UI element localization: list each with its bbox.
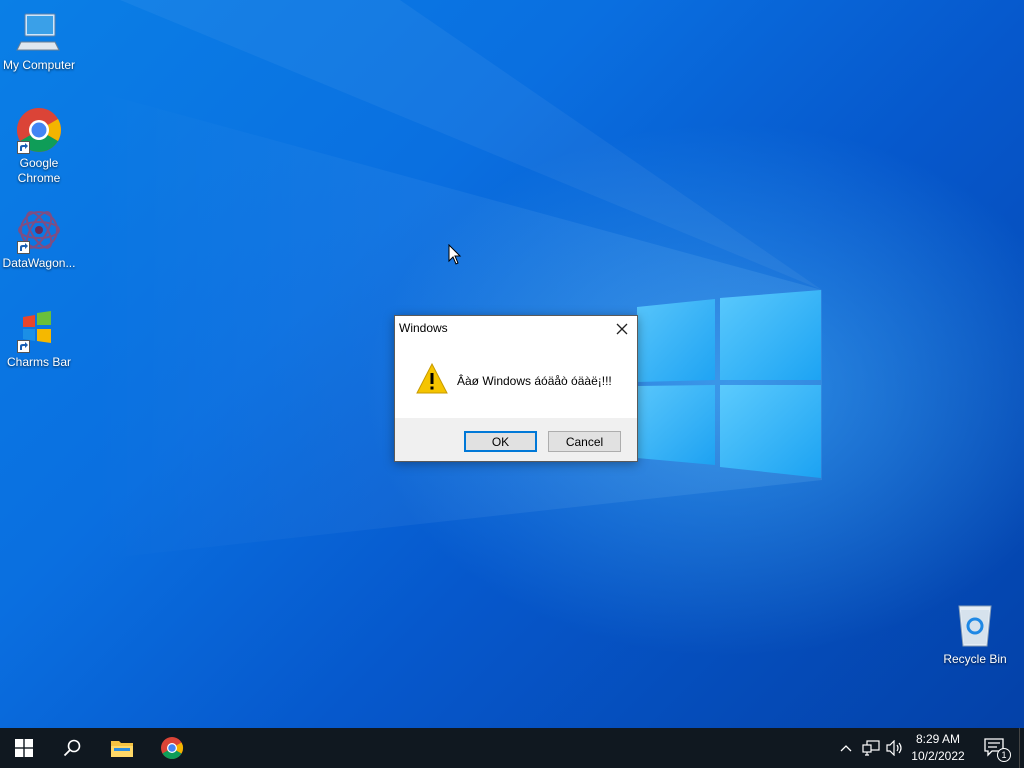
notification-badge: 1	[997, 748, 1011, 762]
file-explorer-icon[interactable]	[98, 728, 146, 768]
chevron-up-icon[interactable]	[835, 728, 857, 768]
search-icon[interactable]	[48, 728, 96, 768]
cancel-button[interactable]: Cancel	[548, 431, 621, 452]
close-icon[interactable]	[613, 320, 631, 338]
recycle-bin-icon	[951, 602, 999, 650]
desktop-icon-label: Google Chrome	[17, 156, 61, 185]
dialog-message: Âàø Windows áóäåò óäàë¡!!!	[457, 374, 612, 388]
volume-icon[interactable]	[883, 728, 907, 768]
start-icon[interactable]	[0, 728, 48, 768]
computer-icon	[15, 8, 63, 56]
shortcut-arrow-icon	[17, 141, 30, 154]
notification-icon[interactable]: 1	[975, 728, 1015, 768]
desktop-icon-label: My Computer	[2, 58, 76, 72]
desktop-icon-datawagon[interactable]: DataWagon...	[0, 206, 78, 271]
datawagon-icon	[15, 206, 63, 254]
windows-flag-icon	[15, 305, 63, 353]
desktop-icon-label: Charms Bar	[6, 355, 71, 369]
chrome-icon[interactable]	[148, 728, 196, 768]
taskbar: 8:29 AM 10/2/2022 1	[0, 728, 1024, 768]
desktop-icon-google-chrome[interactable]: Google Chrome	[0, 106, 78, 186]
dialog-title: Windows	[399, 321, 448, 335]
clock-date[interactable]: 10/2/2022	[908, 749, 968, 763]
ok-button[interactable]: OK	[464, 431, 537, 452]
mouse-cursor-icon	[448, 244, 462, 265]
desktop-icon-label: DataWagon...	[2, 256, 76, 270]
network-icon[interactable]	[859, 728, 883, 768]
warning-icon	[416, 362, 448, 400]
desktop-icon-label: Recycle Bin	[943, 652, 1007, 666]
desktop-icon-charms-bar[interactable]: Charms Bar	[0, 305, 78, 370]
chrome-icon	[15, 106, 63, 154]
desktop-icon-my-computer[interactable]: My Computer	[0, 8, 78, 73]
show-desktop-button[interactable]	[1019, 728, 1024, 768]
dialog-button-bar: OK Cancel	[395, 418, 637, 461]
message-dialog[interactable]: Windows Âàø Windows áóäåò óäàë¡!!! OK Ca…	[394, 315, 638, 462]
shortcut-arrow-icon	[17, 241, 30, 254]
clock-time[interactable]: 8:29 AM	[908, 732, 968, 746]
desktop-icon-recycle-bin[interactable]: Recycle Bin	[936, 602, 1014, 667]
shortcut-arrow-icon	[17, 340, 30, 353]
